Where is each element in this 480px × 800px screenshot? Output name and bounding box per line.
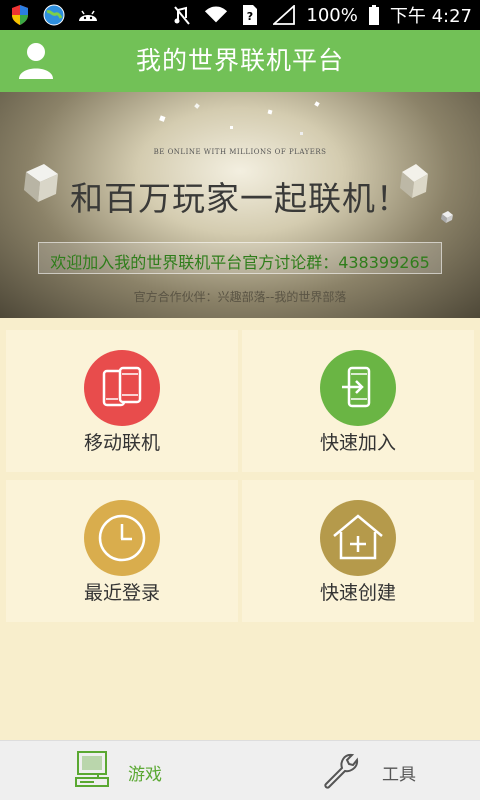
banner-headline: 和百万玩家一起联机！ bbox=[70, 179, 410, 218]
tile-mobile-online[interactable]: 移动联机 bbox=[6, 330, 238, 472]
computer-icon bbox=[74, 750, 110, 794]
nav-label-tools: 工具 bbox=[382, 765, 416, 785]
partner-text: 官方合作伙伴：兴趣部落--我的世界部落 bbox=[133, 290, 347, 304]
promo-banner[interactable]: BE ONLINE WITH MILLIONS OF PLAYERS 和百万玩家… bbox=[0, 92, 480, 318]
wifi-icon bbox=[204, 3, 228, 27]
tile-quick-create[interactable]: 快速创建 bbox=[242, 480, 474, 622]
tile-label: 快速创建 bbox=[319, 582, 396, 604]
sim-icon: ? bbox=[238, 3, 262, 27]
page-title: 我的世界联机平台 bbox=[135, 46, 344, 75]
tile-quick-join[interactable]: 快速加入 bbox=[242, 330, 474, 472]
battery-percent: 100% bbox=[306, 4, 358, 26]
shield-icon bbox=[8, 3, 32, 27]
nav-item-games[interactable]: 游戏 bbox=[0, 741, 240, 800]
mute-icon bbox=[170, 3, 194, 27]
phones-icon bbox=[84, 350, 160, 426]
signal-icon bbox=[272, 3, 296, 27]
status-bar: ? 100% 下午 4:27 bbox=[0, 0, 480, 30]
phone-enter-icon bbox=[320, 350, 396, 426]
banner-tagline: BE ONLINE WITH MILLIONS OF PLAYERS bbox=[153, 148, 327, 156]
app-header: 我的世界联机平台 bbox=[0, 30, 480, 92]
wrench-icon bbox=[320, 750, 360, 794]
nav-item-tools[interactable]: 工具 bbox=[240, 741, 480, 800]
particles-decoration bbox=[159, 101, 320, 135]
bottom-nav: 游戏 工具 bbox=[0, 740, 480, 800]
house-plus-icon bbox=[320, 500, 396, 576]
tile-recent-login[interactable]: 最近登录 bbox=[6, 480, 238, 622]
clock-time: 下午 4:27 bbox=[389, 6, 472, 27]
battery-icon bbox=[368, 3, 380, 27]
group-info-box: 欢迎加入我的世界联机平台官方讨论群：438399265 bbox=[38, 242, 442, 274]
nav-label-games: 游戏 bbox=[128, 765, 162, 785]
clock-icon bbox=[84, 500, 160, 576]
tile-label: 最近登录 bbox=[83, 582, 160, 604]
android-icon bbox=[76, 3, 100, 27]
tile-label: 快速加入 bbox=[319, 432, 396, 454]
qq-group-text: 欢迎加入我的世界联机平台官方讨论群：438399265 bbox=[50, 253, 430, 272]
svg-text:?: ? bbox=[247, 10, 253, 23]
browser-icon bbox=[42, 3, 66, 27]
tile-label: 移动联机 bbox=[83, 432, 160, 454]
